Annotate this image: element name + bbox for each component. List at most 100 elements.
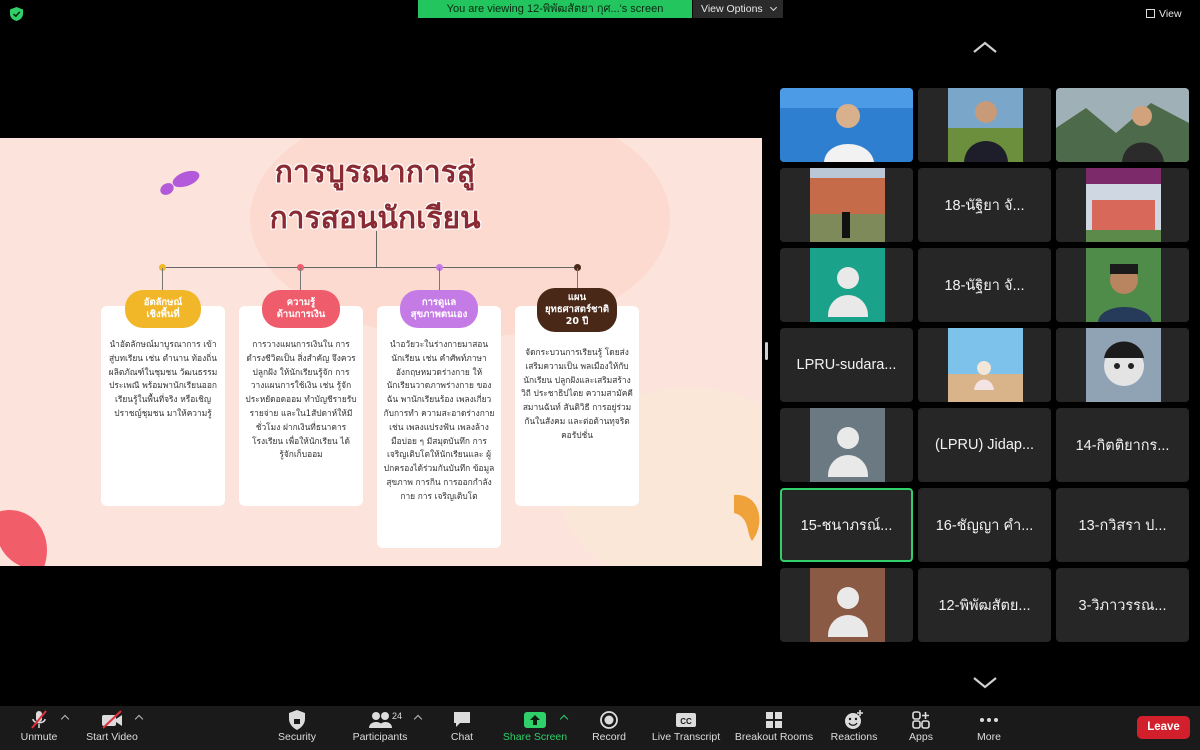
participant-video — [780, 168, 913, 242]
closed-caption-icon: CC — [648, 706, 724, 730]
card-heading-line: เชิงพื้นที่ — [146, 309, 180, 320]
grid-view-icon — [1146, 9, 1155, 18]
live-transcript-button[interactable]: CC Live Transcript — [648, 706, 724, 750]
participants-count: 24 — [392, 711, 403, 721]
share-screen-label: Share Screen — [502, 731, 568, 743]
avatar-body — [828, 295, 868, 317]
participant-tile[interactable]: 3-วิภาวรรณ... — [1056, 568, 1189, 642]
card-heading-line: แผน — [567, 292, 587, 303]
participant-tile[interactable]: 16-ชัญญา คำ... — [918, 488, 1051, 562]
chevron-down-icon — [769, 3, 777, 12]
more-dots-icon — [970, 706, 1008, 730]
shared-screen-slide: การบูรณาการสู่ การสอนนักเรียน นำอัตลักษณ… — [0, 138, 762, 566]
card-body: การวางแผนการเงินใน การดำรงชีวิตเป็น สิ่ง… — [245, 339, 357, 460]
view-button[interactable]: View — [1146, 6, 1192, 22]
video-off-icon — [82, 706, 142, 730]
more-label: More — [977, 731, 1001, 743]
connector-line — [577, 268, 578, 290]
participant-video — [1056, 328, 1189, 402]
participant-tile[interactable] — [1056, 168, 1189, 242]
more-button[interactable]: More — [970, 706, 1008, 750]
reactions-button[interactable]: Reactions — [828, 706, 880, 750]
participant-name: 18-นัฐิยา จั... — [944, 197, 1025, 214]
security-button[interactable]: Security — [272, 706, 322, 750]
slide-title: การบูรณาการสู่ การสอนนักเรียน — [210, 150, 540, 242]
participant-tile[interactable] — [780, 168, 913, 242]
participant-tile[interactable]: 14-กิตติยากร... — [1056, 408, 1189, 482]
record-icon — [588, 706, 630, 730]
participant-tile-active-speaker[interactable]: 15-ชนาภรณ์... — [780, 488, 913, 562]
participants-options-caret[interactable] — [413, 714, 423, 724]
apps-button[interactable]: Apps — [902, 706, 940, 750]
share-screen-icon — [502, 706, 568, 730]
slide-title-line1: การบูรณาการสู่ — [274, 155, 476, 190]
meeting-toolbar: Unmute Start Video Security 24 Participa… — [0, 706, 1200, 750]
start-video-button[interactable]: Start Video — [82, 706, 142, 750]
participant-video — [918, 328, 1051, 402]
participant-tile[interactable] — [1056, 88, 1189, 162]
chevron-up-icon[interactable] — [972, 40, 998, 54]
start-video-label: Start Video — [86, 731, 138, 743]
breakout-rooms-label: Breakout Rooms — [734, 731, 814, 743]
avatar-body — [828, 455, 868, 477]
decorative-leaf — [0, 510, 47, 566]
view-options-button[interactable]: View Options — [693, 0, 783, 18]
participant-tile[interactable] — [1056, 328, 1189, 402]
record-button[interactable]: Record — [588, 706, 630, 750]
unmute-button[interactable]: Unmute — [14, 706, 64, 750]
connector-line — [162, 267, 578, 268]
participant-tile[interactable]: 18-นัฐิยา จั... — [918, 248, 1051, 322]
avatar-head — [837, 587, 859, 609]
avatar-head — [837, 267, 859, 289]
chat-icon — [446, 706, 478, 730]
view-label: View — [1159, 8, 1182, 20]
card-heading-line: สุขภาพตนเอง — [410, 309, 468, 320]
card-heading-strategy: แผน ยุทธศาสตร์ชาติ 20 ปี — [537, 288, 617, 332]
participants-button[interactable]: 24 Participants — [348, 706, 412, 750]
participant-name: 15-ชนาภรณ์... — [800, 517, 893, 534]
connector-line — [162, 268, 163, 290]
participant-video — [1056, 168, 1189, 242]
decorative-petals — [160, 170, 200, 195]
participant-name: 18-นัฐิยา จั... — [944, 277, 1025, 294]
leave-button[interactable]: Leave — [1137, 716, 1190, 739]
muted-mic-icon — [14, 706, 64, 730]
participant-tile[interactable]: 13-กวิสรา ป... — [1056, 488, 1189, 562]
chat-label: Chat — [450, 731, 474, 743]
avatar-body — [828, 615, 868, 637]
participant-tile[interactable]: LPRU-sudara... — [780, 328, 913, 402]
participant-tile[interactable] — [918, 88, 1051, 162]
panel-resize-handle[interactable] — [765, 342, 768, 360]
participant-avatar — [810, 408, 885, 482]
participant-tile[interactable] — [780, 88, 913, 162]
participant-video — [1056, 248, 1189, 322]
participant-name: 12-พิพัฒสัตย... — [938, 597, 1031, 614]
card-heading-line: ด้านการเงิน — [276, 309, 326, 320]
participant-name: (LPRU) Jidap... — [934, 437, 1035, 453]
breakout-rooms-button[interactable]: Breakout Rooms — [734, 706, 814, 750]
participant-tile[interactable] — [780, 408, 913, 482]
card-heading-finance: ความรู้ ด้านการเงิน — [262, 290, 340, 328]
decorative-shape — [734, 494, 760, 541]
chevron-down-icon[interactable] — [972, 676, 998, 690]
svg-text:CC: CC — [680, 717, 692, 726]
participant-tile[interactable] — [780, 568, 913, 642]
participant-tile[interactable] — [1056, 248, 1189, 322]
breakout-rooms-icon — [734, 706, 814, 730]
participant-tile[interactable]: 12-พิพัฒสัตย... — [918, 568, 1051, 642]
participant-tile[interactable]: (LPRU) Jidap... — [918, 408, 1051, 482]
participant-tile[interactable] — [780, 248, 913, 322]
security-shield-icon — [272, 706, 322, 730]
participants-label: Participants — [352, 731, 408, 743]
card-heading-line: ยุทธศาสตร์ชาติ — [544, 304, 609, 315]
share-screen-button[interactable]: Share Screen — [502, 706, 568, 750]
reactions-label: Reactions — [830, 731, 878, 743]
viewing-screen-banner: You are viewing 12-พิพัฒสัตยา กุศ...'s s… — [418, 0, 692, 18]
live-transcript-label: Live Transcript — [651, 731, 721, 743]
apps-label: Apps — [909, 731, 933, 743]
chat-button[interactable]: Chat — [446, 706, 478, 750]
security-label: Security — [278, 731, 316, 743]
participant-tile[interactable]: 18-นัฐิยา จั... — [918, 168, 1051, 242]
encryption-shield-icon[interactable] — [10, 7, 23, 21]
participant-tile[interactable] — [918, 328, 1051, 402]
